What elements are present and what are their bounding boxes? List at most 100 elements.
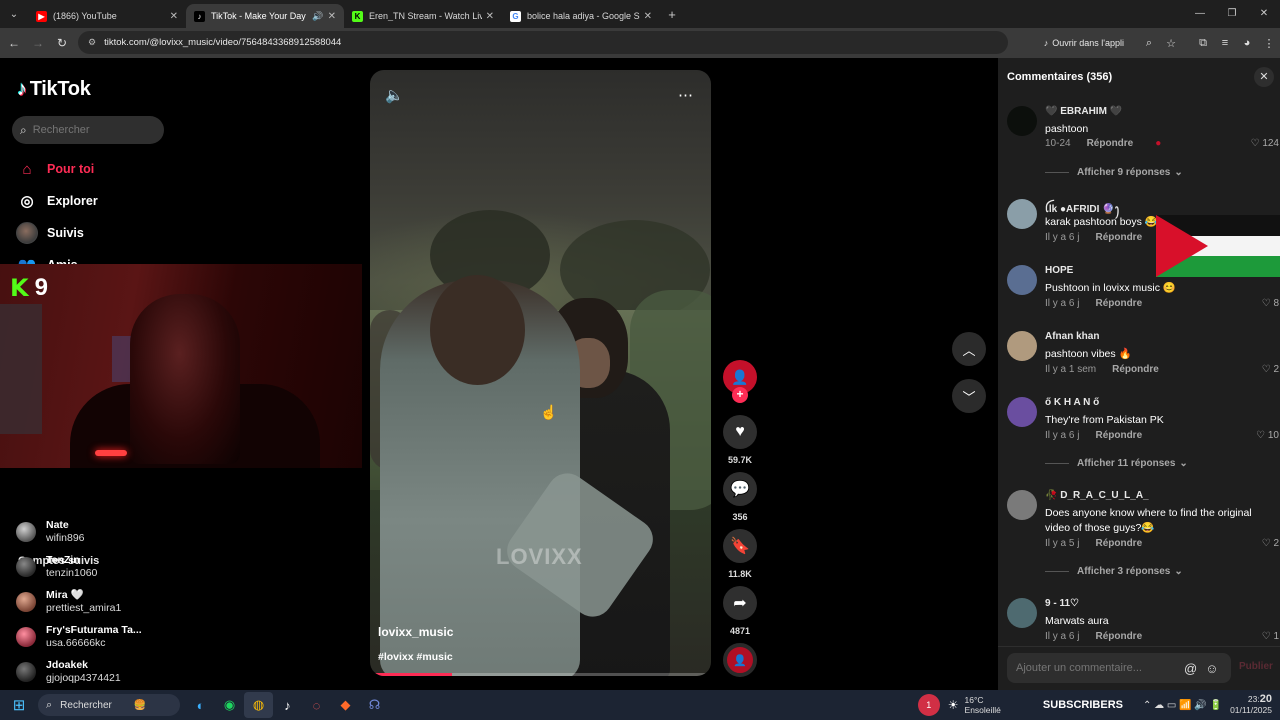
tab-tiktok[interactable]: ♪ TikTok - Make Your Day 🔊 ✕ <box>186 4 344 28</box>
discord-icon[interactable]: ☊ <box>360 692 389 718</box>
following-account[interactable]: Mira 🤍 prettiest_amira1 <box>16 589 121 615</box>
show-replies-button[interactable]: Afficher 11 réponses ⌄ <box>1045 458 1188 469</box>
avatar[interactable] <box>1007 397 1037 427</box>
following-account[interactable]: TenZin tenzin1060 <box>16 554 97 580</box>
close-comments-button[interactable]: ✕ <box>1254 67 1274 87</box>
spotify-icon[interactable]: ◉ <box>215 692 244 718</box>
emoji-icon[interactable]: ☺ <box>1205 661 1218 676</box>
comment-username[interactable]: Afnan khan <box>1045 331 1099 342</box>
reply-button[interactable]: Répondre <box>1095 631 1142 642</box>
reply-button[interactable]: Répondre <box>1095 430 1142 441</box>
video-author[interactable]: lovixx_music <box>378 625 453 639</box>
forward-icon[interactable]: → <box>26 36 50 50</box>
app-icon[interactable]: ◆ <box>331 692 360 718</box>
like-button[interactable]: ♥ 59.7K <box>723 415 757 465</box>
url-field[interactable]: ⚙ tiktok.com/@lovixx_music/video/7564843… <box>78 31 1008 54</box>
reply-button[interactable]: Répondre <box>1095 298 1142 309</box>
bookmark-star-icon[interactable]: ☆ <box>1160 37 1182 50</box>
comment-time: Il y a 1 sem <box>1045 364 1097 375</box>
show-replies-button[interactable]: Afficher 9 réponses ⌄ <box>1045 167 1183 178</box>
notification-badge[interactable]: 1 <box>917 694 940 716</box>
windows-start-icon[interactable]: ⊞ <box>0 696 38 714</box>
close-tab-icon[interactable]: ✕ <box>170 11 178 22</box>
minimize-icon[interactable]: — <box>1184 0 1216 28</box>
following-account[interactable]: Jdoakek gjojoqp4374421 <box>16 659 121 685</box>
weather-widget[interactable]: 16°C Ensoleillé <box>965 695 1001 715</box>
menu-icon[interactable]: ⋮ <box>1258 37 1280 50</box>
comment-username[interactable]: 9 - 11♡ <box>1045 598 1079 609</box>
taskbar-clock[interactable]: 23:20 01/11/2025 <box>1230 694 1272 716</box>
tab-search-menu-icon[interactable]: ⌄ <box>0 0 28 28</box>
more-options-icon[interactable]: ⋯ <box>678 86 693 104</box>
open-in-app-button[interactable]: ♪ Ouvrir dans l'appli <box>1044 38 1124 48</box>
avatar[interactable] <box>1007 199 1037 229</box>
search-input[interactable] <box>32 124 143 136</box>
close-tab-icon[interactable]: ✕ <box>644 11 652 22</box>
comment-username[interactable]: 🖤 EBRAHIM 🖤 <box>1045 106 1122 117</box>
obs-icon[interactable]: ◌ <box>302 692 331 718</box>
avatar[interactable] <box>1007 331 1037 361</box>
tiktok-app-icon[interactable]: ♪ <box>273 692 302 718</box>
comment-input-box[interactable]: @ ☺ <box>1007 653 1231 683</box>
comment-like-button[interactable]: ♡ 124 <box>1251 138 1279 149</box>
comment-like-button[interactable]: ♡ 2 <box>1262 364 1279 375</box>
comment-button[interactable]: 💬 356 <box>723 472 757 522</box>
save-button[interactable]: 🔖 11.8K <box>723 529 757 579</box>
nav-following[interactable]: Suivis <box>16 222 84 244</box>
reply-button[interactable]: Répondre <box>1095 232 1142 243</box>
comment-username[interactable]: 🥀 D_R_A_C_U_L_A_ <box>1045 490 1149 501</box>
following-account[interactable]: Fry'sFuturama Ta... usa.66666kc <box>16 624 142 650</box>
comment-username[interactable]: ő K H A N ő <box>1045 397 1099 408</box>
avatar[interactable] <box>1007 490 1037 520</box>
reload-icon[interactable]: ↻ <box>50 36 74 50</box>
volume-icon[interactable]: 🔈 <box>385 86 404 104</box>
tab-youtube[interactable]: ▶ (1866) YouTube ✕ <box>28 4 186 28</box>
mention-icon[interactable]: @ <box>1184 661 1197 676</box>
taskbar-search[interactable]: ⌕ Rechercher 🍔 <box>38 694 180 716</box>
next-video-button[interactable]: ﹀ <box>952 379 986 413</box>
video-player[interactable]: LOVIXX 🔈 ⋯ ☝ lovixx_music #lovixx #music <box>370 70 711 676</box>
nav-explore[interactable]: ◎ Explorer <box>16 190 97 212</box>
tiktok-logo[interactable]: ♪ TikTok <box>17 78 91 101</box>
comment-username[interactable]: HOPE <box>1045 265 1073 276</box>
media-icon[interactable]: ≡ <box>1214 37 1236 49</box>
close-tab-icon[interactable]: ✕ <box>328 11 336 22</box>
follow-plus-button[interactable]: + <box>732 387 748 403</box>
publish-button[interactable]: Publier <box>1239 661 1273 672</box>
comment-like-button[interactable]: ♡ 8 <box>1262 298 1279 309</box>
comment-like-button[interactable]: ♡ 2 <box>1262 538 1279 549</box>
close-tab-icon[interactable]: ✕ <box>486 11 494 22</box>
avatar[interactable] <box>1007 598 1037 628</box>
close-window-icon[interactable]: ✕ <box>1248 0 1280 28</box>
profile-icon[interactable]: ◕ <box>1236 37 1258 49</box>
tab-google[interactable]: G bolice hala adiya - Google Sear ✕ <box>502 4 660 28</box>
nav-for-you[interactable]: ⌂ Pour toi <box>16 158 94 180</box>
comment-like-button[interactable]: ♡ 10 <box>1256 430 1279 441</box>
reply-button[interactable]: Répondre <box>1095 538 1142 549</box>
chrome-icon[interactable]: ◍ <box>244 692 273 718</box>
search-box[interactable]: ⌕ <box>12 116 164 144</box>
avatar[interactable] <box>1007 265 1037 295</box>
back-icon[interactable]: ← <box>2 36 26 50</box>
video-progress-bar[interactable] <box>370 673 711 676</box>
speaker-icon[interactable]: 🔊 <box>312 11 323 22</box>
comment-like-button[interactable]: ♡ 1 <box>1262 631 1279 642</box>
zoom-icon[interactable]: ⌕ <box>1138 37 1160 50</box>
maximize-icon[interactable]: ❐ <box>1216 0 1248 28</box>
reply-button[interactable]: Répondre <box>1087 138 1134 149</box>
extensions-icon[interactable]: ⧉ <box>1192 37 1214 50</box>
reply-button[interactable]: Répondre <box>1112 364 1159 375</box>
avatar[interactable] <box>1007 106 1037 136</box>
tab-kick[interactable]: K Eren_TN Stream - Watch Live on ✕ <box>344 4 502 28</box>
music-disc-icon[interactable]: 👤 <box>723 643 757 677</box>
edge-icon[interactable]: ◐ <box>186 692 215 718</box>
show-replies-button[interactable]: Afficher 3 réponses ⌄ <box>1045 566 1183 577</box>
comment-input[interactable] <box>1016 662 1176 674</box>
new-tab-button[interactable]: + <box>660 7 684 22</box>
share-button[interactable]: ➦ 4871 <box>723 586 757 636</box>
previous-video-button[interactable]: ︿ <box>952 332 986 366</box>
video-hashtags[interactable]: #lovixx #music <box>378 651 453 663</box>
following-account[interactable]: Nate wifin896 <box>16 519 85 545</box>
site-info-icon[interactable]: ⚙ <box>88 37 96 48</box>
tray-icons[interactable]: ⌃ ☁ ▭ 📶 🔊 🔋 <box>1143 700 1222 711</box>
